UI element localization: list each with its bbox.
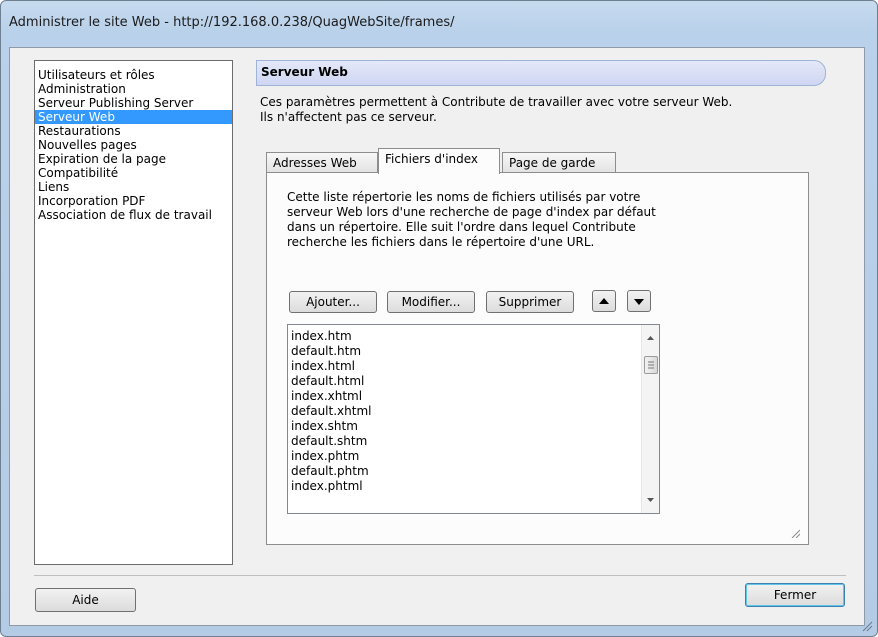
resize-grip-icon[interactable] bbox=[790, 528, 800, 538]
move-down-button[interactable] bbox=[627, 290, 651, 312]
tab-index-files[interactable]: Fichiers d'index bbox=[378, 148, 500, 174]
scroll-down-arrow-icon[interactable] bbox=[642, 492, 659, 509]
index-files-list[interactable]: index.htm default.htm index.html default… bbox=[287, 324, 660, 514]
footer-divider bbox=[34, 575, 846, 576]
list-item[interactable]: index.phtm bbox=[288, 449, 659, 464]
tab-home-page[interactable]: Page de garde bbox=[502, 152, 616, 173]
category-item-page-expiration[interactable]: Expiration de la page bbox=[35, 152, 232, 166]
delete-button[interactable]: Supprimer bbox=[486, 291, 574, 313]
section-description-line: Ces paramètres permettent à Contribute d… bbox=[260, 95, 733, 109]
tab-web-addresses[interactable]: Adresses Web bbox=[266, 152, 378, 173]
window-title: Administrer le site Web - http://192.168… bbox=[9, 15, 455, 30]
category-item-links[interactable]: Liens bbox=[35, 180, 232, 194]
section-header: Serveur Web bbox=[256, 60, 826, 86]
dialog-client-area: Utilisateurs et rôles Administration Ser… bbox=[9, 47, 865, 626]
list-item[interactable]: index.shtm bbox=[288, 419, 659, 434]
section-description: Ces paramètres permettent à Contribute d… bbox=[260, 95, 820, 125]
list-item[interactable]: default.shtm bbox=[288, 434, 659, 449]
scrollbar-thumb[interactable] bbox=[644, 356, 658, 374]
list-item[interactable]: default.htm bbox=[288, 344, 659, 359]
list-item[interactable]: default.xhtml bbox=[288, 404, 659, 419]
scroll-up-arrow-icon[interactable] bbox=[642, 329, 659, 346]
category-item-rollbacks[interactable]: Restaurations bbox=[35, 124, 232, 138]
category-item-users-roles[interactable]: Utilisateurs et rôles bbox=[35, 68, 232, 82]
section-description-line: Ils n'affectent pas ce serveur. bbox=[260, 110, 437, 124]
category-item-pdf-embedding[interactable]: Incorporation PDF bbox=[35, 194, 232, 208]
dialog-window: Administrer le site Web - http://192.168… bbox=[0, 0, 878, 637]
list-item[interactable]: default.html bbox=[288, 374, 659, 389]
move-up-button[interactable] bbox=[592, 290, 616, 312]
modify-button[interactable]: Modifier... bbox=[387, 291, 475, 313]
triangle-up-icon bbox=[599, 298, 609, 304]
list-item[interactable]: default.phtm bbox=[288, 464, 659, 479]
panel-description-line: serveur Web lors d'une recherche de page… bbox=[287, 205, 656, 219]
window-resize-grip-icon[interactable] bbox=[861, 620, 873, 632]
category-item-compatibility[interactable]: Compatibilité bbox=[35, 166, 232, 180]
panel-description: Cette liste répertorie les noms de fichi… bbox=[287, 190, 727, 250]
list-item[interactable]: index.phtml bbox=[288, 479, 659, 494]
category-item-publishing-server[interactable]: Serveur Publishing Server bbox=[35, 96, 232, 110]
close-button[interactable]: Fermer bbox=[745, 583, 845, 607]
section-title: Serveur Web bbox=[261, 65, 348, 79]
panel-description-line: dans un répertoire. Elle suit l'ordre da… bbox=[287, 220, 636, 234]
list-item[interactable]: index.htm bbox=[288, 329, 659, 344]
triangle-down-icon bbox=[634, 299, 644, 305]
help-button[interactable]: Aide bbox=[35, 588, 136, 612]
panel-description-line: Cette liste répertorie les noms de fichi… bbox=[287, 190, 641, 204]
grip-lines-icon bbox=[648, 361, 654, 369]
category-item-web-server[interactable]: Serveur Web bbox=[35, 110, 232, 124]
add-button[interactable]: Ajouter... bbox=[289, 291, 377, 313]
list-scrollbar[interactable] bbox=[641, 325, 659, 513]
category-item-administration[interactable]: Administration bbox=[35, 82, 232, 96]
category-list[interactable]: Utilisateurs et rôles Administration Ser… bbox=[34, 60, 233, 565]
category-item-workflow-association[interactable]: Association de flux de travail bbox=[35, 208, 232, 222]
tab-panel-index-files: Cette liste répertorie les noms de fichi… bbox=[266, 172, 809, 545]
category-item-new-pages[interactable]: Nouvelles pages bbox=[35, 138, 232, 152]
list-item[interactable]: index.html bbox=[288, 359, 659, 374]
list-item[interactable]: index.xhtml bbox=[288, 389, 659, 404]
panel-description-line: recherche les fichiers dans le répertoir… bbox=[287, 235, 595, 249]
